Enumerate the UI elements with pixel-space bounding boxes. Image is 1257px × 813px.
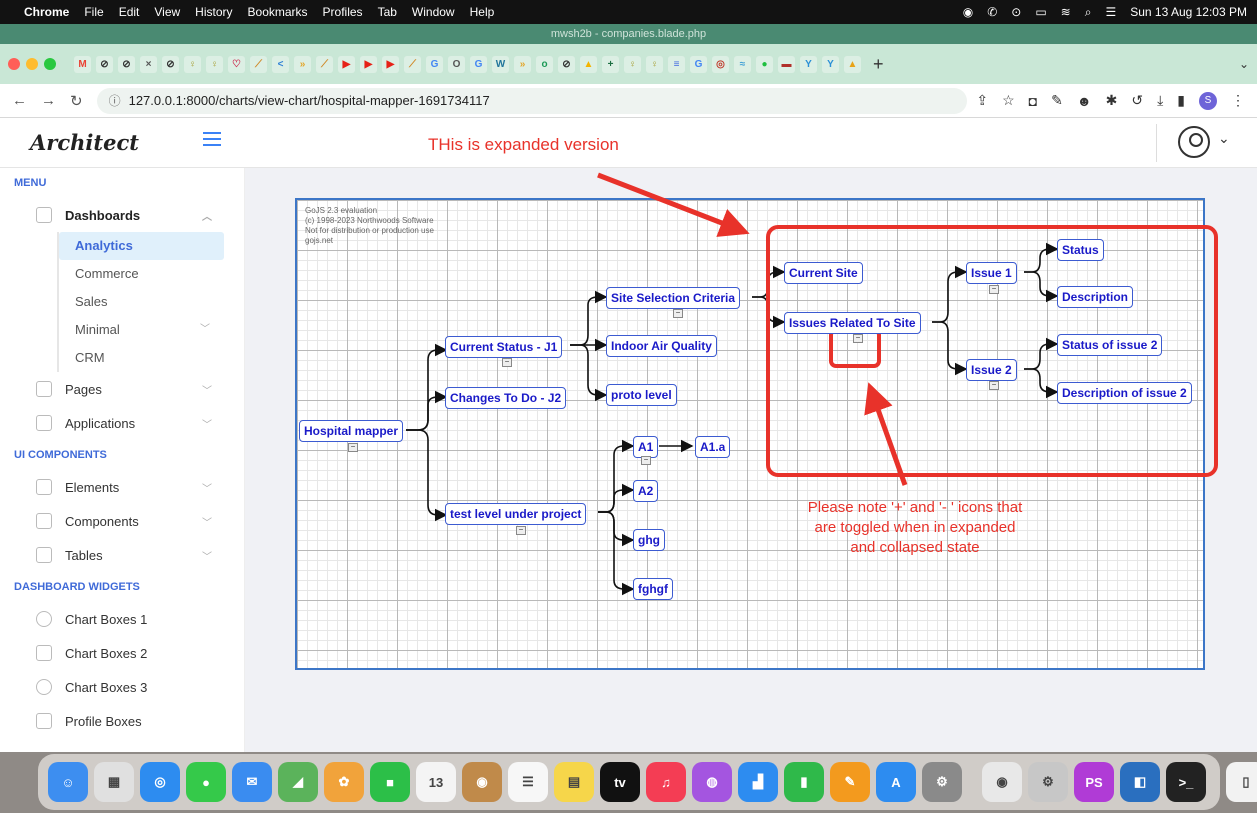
calendar-icon[interactable]: 13 [416,762,456,802]
link-status-site-selection [570,290,608,346]
link-root-test-level [406,429,448,522]
collapse-toggle-icon[interactable]: − [853,334,863,343]
annotation-arrow-bottom [864,382,908,486]
node-site-selection[interactable]: Site Selection Criteria [606,287,741,309]
node-a1a[interactable]: A1.a [695,436,731,458]
mail-icon[interactable]: ✉ [232,762,272,802]
sourcetree-icon[interactable]: ◧ [1120,762,1160,802]
messages-icon[interactable]: ● [186,762,226,802]
node-description-issue-2[interactable]: Description of issue 2 [1057,382,1192,404]
node-hospital-mapper[interactable]: Hospital mapper [299,420,404,442]
system-settings-icon[interactable]: ⚙ [922,762,962,802]
node-proto-level[interactable]: proto level [606,384,677,406]
node-description[interactable]: Description [1057,286,1134,308]
reminders-icon[interactable]: ☰ [508,762,548,802]
disk-utility-icon[interactable]: ⚙ [1028,762,1068,802]
collapse-toggle-icon[interactable]: − [516,526,526,535]
link-test-ghg [598,511,635,547]
link-test-fghgf [598,511,635,596]
annotation-arrow-top [597,172,750,237]
node-issue-1[interactable]: Issue 1 [966,262,1017,284]
link-issues-issue2 [932,321,968,376]
safari-icon[interactable]: ◎ [140,762,180,802]
terminal-icon[interactable]: >_ [1166,762,1206,802]
notes-icon[interactable]: ▤ [554,762,594,802]
link-test-a1 [598,439,635,513]
link-status-proto [570,344,608,402]
collapse-toggle-icon[interactable]: − [502,358,512,367]
link-issue1-status [1024,242,1059,273]
apple-tv-icon[interactable]: tv [600,762,640,802]
phpstorm-icon[interactable]: PS [1074,762,1114,802]
link-issue1-description [1024,271,1059,303]
keynote-icon[interactable]: ▟ [738,762,778,802]
collapse-toggle-icon[interactable]: − [673,309,683,318]
macos-dock: ☺▦◎●✉◢✿■13◉☰▤tv♫◍▟▮✎A⚙◉⚙PS◧>_▯♲ [38,754,1257,810]
photos-icon[interactable]: ✿ [324,762,364,802]
numbers-icon[interactable]: ▮ [784,762,824,802]
collapse-toggle-icon[interactable]: − [989,381,999,390]
node-current-site[interactable]: Current Site [784,262,863,284]
node-status-issue-2[interactable]: Status of issue 2 [1057,334,1163,356]
node-status[interactable]: Status [1057,239,1104,261]
node-ghg[interactable]: ghg [633,529,665,551]
node-issues-related[interactable]: Issues Related To Site [784,312,921,334]
node-a2[interactable]: A2 [633,480,659,502]
link-issue2-description2 [1024,368,1059,399]
link-root-changes [406,390,448,431]
podcasts-icon[interactable]: ◍ [692,762,732,802]
link-issue2-status2 [1024,337,1059,370]
collapse-toggle-icon[interactable]: − [641,456,651,465]
maps-icon[interactable]: ◢ [278,762,318,802]
node-test-level[interactable]: test level under project [445,503,587,525]
annotation-note: Please note '+' and '- ' icons that are … [807,499,1023,556]
music-icon[interactable]: ♫ [646,762,686,802]
link-test-a2 [598,483,635,513]
pages-icon[interactable]: ✎ [830,762,870,802]
facetime-icon[interactable]: ■ [370,762,410,802]
node-indoor-air-quality[interactable]: Indoor Air Quality [606,335,717,357]
node-issue-2[interactable]: Issue 2 [966,359,1017,381]
node-fghgf[interactable]: fghgf [633,578,673,600]
contacts-icon[interactable]: ◉ [462,762,502,802]
link-root-current-status [406,343,448,431]
diagram-links-overlay [406,172,1218,596]
launchpad-icon[interactable]: ▦ [94,762,134,802]
archive-icon[interactable]: ▯ [1226,762,1257,802]
collapse-toggle-icon[interactable]: − [989,285,999,294]
app-store-icon[interactable]: A [876,762,916,802]
chrome-icon[interactable]: ◉ [982,762,1022,802]
finder-icon[interactable]: ☺ [48,762,88,802]
link-issues-issue1 [932,265,968,323]
collapse-toggle-icon[interactable]: − [348,443,358,452]
node-changes-to-do[interactable]: Changes To Do - J2 [445,387,567,409]
node-current-status[interactable]: Current Status - J1 [445,336,563,358]
